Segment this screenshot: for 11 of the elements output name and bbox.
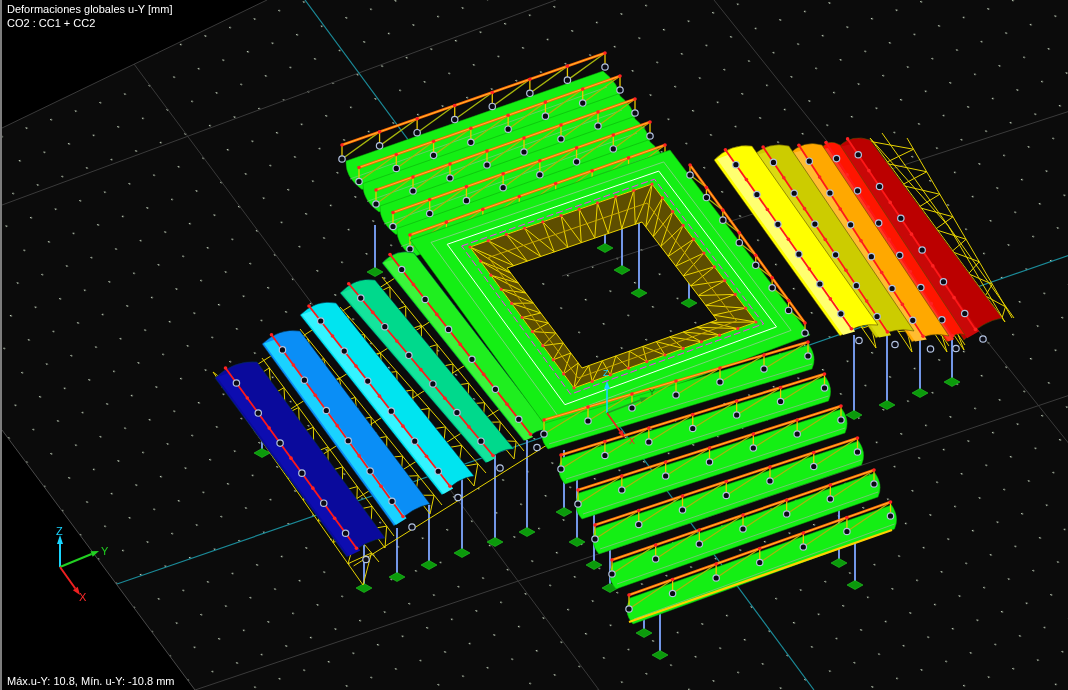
origin-axis-triad-icon [604,381,648,438]
axis-label: Y [101,545,109,557]
axis-label: X [79,591,87,603]
axis-label: X [629,436,635,446]
extremes-readout: Máx.u-Y: 10.8, Mín. u-Y: -10.8 mm [7,674,175,688]
result-title: Deformaciones globales u-Y [mm] [7,2,173,16]
axis-label: Z [56,525,63,537]
axis-triad-icon [57,535,99,595]
load-combination-label: CO2 : CC1 + CC2 [7,16,96,30]
axis-label: Y [649,387,655,397]
axis-label: Z [603,368,609,378]
